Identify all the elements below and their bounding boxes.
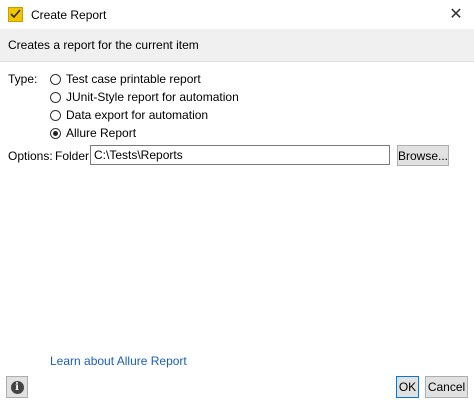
window-title: Create Report (31, 8, 107, 22)
radio-data-export[interactable]: Data export for automation (50, 107, 208, 123)
folder-label: Folder: (55, 149, 93, 163)
options-label: Options: (8, 149, 53, 163)
type-label: Type: (8, 72, 38, 86)
radio-label: Allure Report (66, 126, 137, 140)
radio-button-selected[interactable] (50, 127, 61, 139)
radio-button[interactable] (50, 91, 61, 103)
radio-label: Test case printable report (66, 72, 201, 86)
browse-button[interactable]: Browse... (397, 145, 449, 166)
cancel-button[interactable]: Cancel (425, 376, 468, 398)
close-icon[interactable]: ✕ (445, 3, 467, 25)
description-band: Creates a report for the current item (0, 29, 474, 62)
dialog-description: Creates a report for the current item (8, 38, 199, 52)
ok-button[interactable]: OK (396, 376, 419, 398)
radio-junit-style[interactable]: JUnit-Style report for automation (50, 89, 239, 105)
radio-label: Data export for automation (66, 108, 209, 122)
folder-input[interactable] (90, 145, 390, 165)
title-bar: Create Report ✕ (0, 0, 474, 29)
radio-test-case-printable[interactable]: Test case printable report (50, 71, 201, 87)
radio-allure-report[interactable]: Allure Report (50, 125, 136, 141)
info-icon: i (10, 380, 24, 394)
info-button[interactable]: i (6, 376, 28, 398)
app-logo-icon (8, 7, 23, 22)
radio-button[interactable] (50, 109, 61, 121)
radio-button[interactable] (50, 73, 61, 85)
learn-about-allure-link[interactable]: Learn about Allure Report (50, 354, 187, 368)
radio-label: JUnit-Style report for automation (66, 90, 239, 104)
